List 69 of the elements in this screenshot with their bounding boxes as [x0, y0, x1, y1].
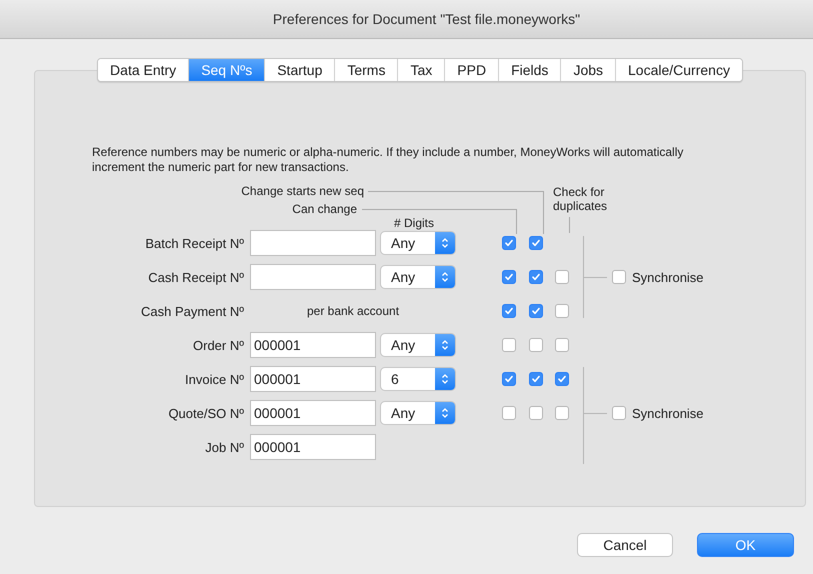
checkmark-icon: [531, 272, 541, 282]
checkmark-icon: [504, 272, 514, 282]
checkbox[interactable]: [502, 270, 516, 284]
column-header: Check for duplicates: [553, 185, 608, 213]
digits-popup[interactable]: Any: [380, 401, 456, 425]
description-text: Reference numbers may be numeric or alpha-numeric. If they include a number, MoneyWorks will automatically increment the numeric part for new transactions.: [92, 145, 684, 175]
checkbox[interactable]: [555, 304, 569, 318]
checkbox[interactable]: [529, 338, 543, 352]
note-text: per bank account: [306, 304, 400, 318]
checkmark-icon: [531, 238, 541, 248]
tab[interactable]: Terms: [334, 59, 398, 81]
checkbox-label: Synchronise: [632, 406, 704, 420]
up-down-chevron-icon: [441, 339, 449, 351]
number-field[interactable]: 000001: [250, 332, 376, 358]
checkmark-icon: [557, 374, 567, 384]
tab[interactable]: Startup: [264, 59, 334, 81]
checkmark-icon: [531, 374, 541, 384]
digits-popup[interactable]: Any: [380, 231, 456, 255]
tab[interactable]: Data Entry: [98, 59, 188, 81]
checkbox[interactable]: [502, 236, 516, 250]
tab[interactable]: Jobs: [560, 59, 616, 81]
field-label: Invoice Nº: [185, 372, 245, 386]
checkbox-label: Synchronise: [632, 270, 704, 284]
checkbox[interactable]: [555, 338, 569, 352]
field-label: Cash Receipt Nº: [148, 270, 245, 284]
column-header: Change starts new seq: [241, 184, 364, 198]
column-header: # Digits: [394, 216, 434, 230]
tab[interactable]: Tax: [397, 59, 444, 81]
checkbox[interactable]: [555, 372, 569, 386]
tab[interactable]: Locale/Currency: [615, 59, 742, 81]
column-header: Can change: [292, 202, 357, 216]
tab[interactable]: Fields: [498, 59, 560, 81]
field-label: Cash Payment Nº: [140, 304, 245, 318]
number-field[interactable]: 000001: [250, 400, 376, 426]
field-label: Job Nº: [205, 440, 245, 454]
tab[interactable]: PPD: [444, 59, 498, 81]
checkbox[interactable]: [612, 406, 626, 420]
checkbox[interactable]: [529, 304, 543, 318]
checkbox[interactable]: [555, 270, 569, 284]
up-down-chevron-icon: [441, 373, 449, 385]
field-label: Batch Receipt Nº: [145, 236, 245, 250]
number-field[interactable]: [250, 230, 376, 256]
up-down-chevron-icon: [441, 407, 449, 419]
window-title: Preferences for Document "Test file.moneyworks": [272, 11, 580, 27]
digits-popup[interactable]: 6: [380, 367, 456, 391]
checkbox[interactable]: [502, 372, 516, 386]
digits-popup[interactable]: Any: [380, 265, 456, 289]
field-label: Quote/SO Nº: [168, 406, 245, 420]
checkmark-icon: [504, 238, 514, 248]
checkmark-icon: [504, 306, 514, 316]
checkmark-icon: [504, 374, 514, 384]
checkbox[interactable]: [529, 270, 543, 284]
cancel-button[interactable]: Cancel: [577, 533, 673, 557]
checkbox[interactable]: [502, 304, 516, 318]
checkbox[interactable]: [502, 338, 516, 352]
digits-popup[interactable]: Any: [380, 333, 456, 357]
checkbox[interactable]: [529, 372, 543, 386]
number-field[interactable]: 000001: [250, 434, 376, 460]
up-down-chevron-icon: [441, 237, 449, 249]
checkmark-icon: [531, 306, 541, 316]
field-label: Order Nº: [193, 338, 245, 352]
checkbox[interactable]: [502, 406, 516, 420]
checkbox[interactable]: [529, 236, 543, 250]
number-field[interactable]: [250, 264, 376, 290]
checkbox[interactable]: [529, 406, 543, 420]
number-field[interactable]: 000001: [250, 366, 376, 392]
checkbox[interactable]: [555, 406, 569, 420]
up-down-chevron-icon: [441, 271, 449, 283]
checkbox[interactable]: [612, 270, 626, 284]
